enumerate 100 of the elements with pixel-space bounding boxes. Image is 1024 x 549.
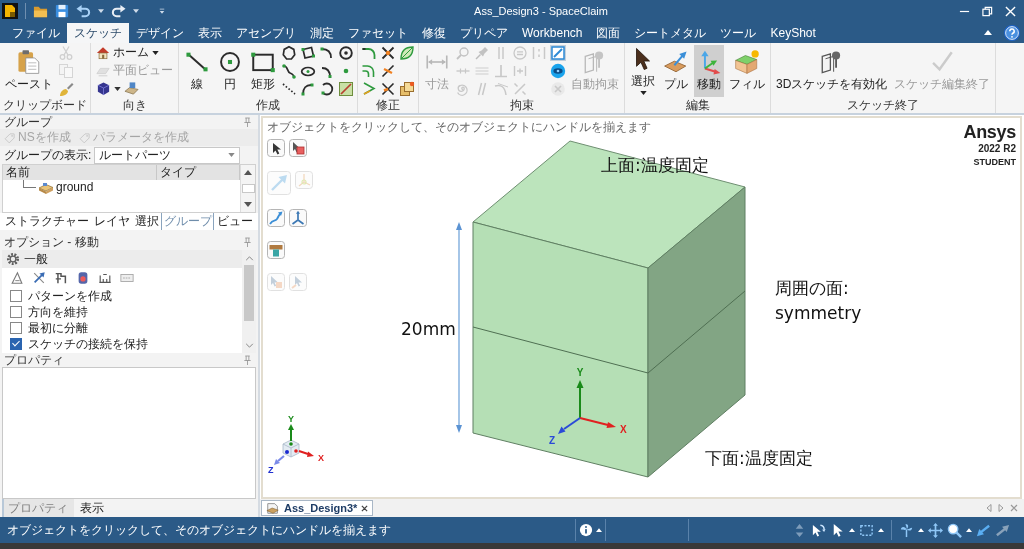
curve-arrow-icon[interactable]	[267, 209, 285, 227]
checkbox[interactable]	[10, 322, 22, 334]
triad-icon[interactable]	[289, 209, 307, 227]
ribbon-tab[interactable]: KeyShot	[763, 23, 823, 43]
box-sun-icon[interactable]	[734, 49, 760, 75]
front-face[interactable]	[472, 221, 649, 478]
cursor-rotate-icon[interactable]	[811, 522, 826, 538]
zoom-icon[interactable]	[947, 522, 962, 538]
pin-icon[interactable]	[243, 237, 252, 248]
cross-icon[interactable]	[380, 80, 396, 97]
app-logo-icon[interactable]	[2, 3, 18, 19]
ribbon-tab[interactable]: 修復	[415, 23, 453, 43]
scroll-down-icon[interactable]	[244, 202, 252, 207]
caret-icon[interactable]	[849, 528, 855, 532]
pin-icon[interactable]	[243, 354, 252, 366]
ribbon-button[interactable]: 3Dスケッチを有効化	[774, 44, 890, 97]
ribbon-tab[interactable]: シートメタル	[627, 23, 714, 43]
tree-item[interactable]: ground	[56, 180, 94, 195]
polygon-icon[interactable]	[281, 44, 297, 61]
split-line-icon[interactable]	[380, 62, 396, 79]
ribbon-tab[interactable]: ツール	[713, 23, 764, 43]
boxes-icon[interactable]	[399, 80, 415, 97]
scroll-left-icon[interactable]	[986, 504, 992, 512]
ribbon-tab[interactable]: デザイン	[129, 23, 191, 43]
ribbon-tab[interactable]: 図面	[589, 23, 628, 43]
ribbon-tab[interactable]: 測定	[303, 23, 341, 43]
ribbon-tab[interactable]: 表示	[191, 23, 229, 43]
caret-icon[interactable]	[152, 50, 159, 55]
cursor-icon[interactable]	[267, 139, 285, 157]
spin-icon[interactable]	[899, 522, 914, 538]
clamp-icon[interactable]	[54, 271, 68, 285]
restore-icon[interactable]	[982, 5, 993, 17]
label-tile-icon[interactable]	[120, 271, 134, 285]
collapse-caret-icon[interactable]	[984, 30, 992, 35]
group-display-dropdown[interactable]: ルートパーツ	[94, 146, 240, 164]
part-document-icon[interactable]	[266, 501, 280, 515]
dropdown-caret-icon[interactable]	[228, 153, 235, 157]
caret-icon[interactable]	[596, 528, 602, 532]
cross-icon[interactable]	[380, 44, 396, 61]
checkbox-label[interactable]: スケッチの接続を保持	[28, 336, 148, 352]
caret-icon[interactable]	[114, 86, 121, 91]
gear-icon[interactable]	[6, 252, 20, 266]
panel-tab[interactable]: グループ	[161, 213, 214, 230]
pan-icon[interactable]	[928, 522, 943, 538]
ribbon-tab[interactable]: スケッチ	[67, 23, 129, 43]
help-icon[interactable]	[1004, 24, 1020, 41]
ribbon-menu-button[interactable]: ホーム	[94, 43, 175, 62]
scroll-right-icon[interactable]	[998, 504, 1004, 512]
ribbon-button[interactable]: 選択	[628, 44, 658, 97]
panel-tab[interactable]: 表示	[74, 499, 110, 517]
ribbon-button[interactable]: 線	[182, 44, 212, 97]
checkbox[interactable]	[10, 306, 22, 318]
home-icon[interactable]	[96, 45, 110, 60]
checkbox-label[interactable]: 方向を維持	[28, 304, 88, 320]
document-tab[interactable]: Ass_Design3*	[261, 500, 374, 516]
ribbon-button[interactable]: 円	[215, 44, 245, 97]
ruler-icon[interactable]	[98, 271, 112, 285]
ribbon-tab[interactable]: アセンブリ	[229, 23, 303, 43]
part-icon[interactable]	[38, 181, 54, 194]
side-face[interactable]	[647, 186, 746, 478]
panel-tab[interactable]: レイヤ	[91, 213, 132, 230]
panel-tab[interactable]: 選択	[132, 213, 161, 230]
dial-icon[interactable]	[76, 271, 90, 285]
info-icon[interactable]	[579, 523, 593, 537]
ribbon-button[interactable]: ペースト	[3, 44, 55, 97]
crossed-arrows-icon[interactable]	[32, 271, 46, 285]
view-cube[interactable]	[282, 439, 300, 458]
slab-icon[interactable]	[267, 241, 285, 259]
scroll-up-icon[interactable]	[244, 170, 252, 175]
circle-icon[interactable]	[217, 49, 243, 75]
caret-icon[interactable]	[639, 91, 647, 95]
checkbox-label[interactable]: 最初に分離	[28, 320, 88, 336]
top-face[interactable]	[472, 140, 746, 269]
slashed-square-icon[interactable]	[550, 44, 566, 61]
ring-icon[interactable]	[338, 44, 354, 61]
ribbon-button[interactable]: 移動	[694, 44, 724, 97]
ribbon-tab[interactable]: ファイル	[5, 23, 67, 43]
cube-icon[interactable]	[96, 81, 111, 96]
triangle-icon[interactable]	[10, 271, 24, 285]
caret-icon[interactable]	[878, 528, 884, 532]
panel-tab[interactable]: ビュー	[214, 213, 255, 230]
arrow-icon[interactable]	[976, 522, 991, 538]
close-icon[interactable]	[361, 504, 369, 512]
panel-tab[interactable]: ストラクチャー	[2, 213, 91, 230]
ribbon-tab[interactable]: プリペア	[453, 23, 515, 43]
caret-icon[interactable]	[966, 528, 972, 532]
ribbon-button[interactable]: プル	[661, 44, 691, 97]
slashed-square-icon[interactable]	[338, 80, 354, 97]
cursor-box-icon[interactable]	[289, 139, 307, 157]
scrollbar[interactable]	[240, 165, 255, 212]
clipboard-icon[interactable]	[16, 49, 42, 75]
section-header[interactable]: 一般	[2, 250, 242, 268]
menu-caret-icon[interactable]	[159, 8, 165, 14]
dotted-line-icon[interactable]	[281, 80, 297, 97]
scroll-thumb[interactable]	[244, 265, 254, 321]
checkbox[interactable]	[10, 290, 22, 302]
ribbon-button[interactable]: フィル	[727, 44, 767, 97]
ribbon-button[interactable]: 矩形	[248, 44, 278, 97]
checkbox[interactable]	[10, 338, 22, 350]
scroll-thumb[interactable]	[241, 184, 255, 193]
